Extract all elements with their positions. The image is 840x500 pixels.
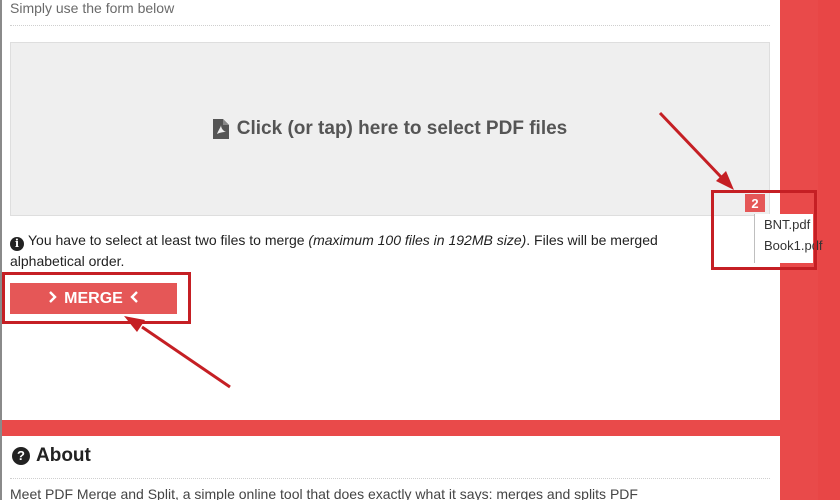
about-heading: ? About [12,445,91,467]
merge-info: i You have to select at least two files t… [10,230,752,251]
intro-text: Simply use the form below [10,0,175,16]
pdf-file-icon [212,119,229,139]
info-line-2: alphabetical order. [10,253,125,269]
divider [10,478,770,479]
file-dropzone[interactable]: Click (or tap) here to select PDF files [10,42,770,216]
divider [10,25,770,26]
merge-highlight-box [2,272,191,324]
info-prefix: You have to select at least two files to… [28,232,309,248]
info-emphasis: (maximum 100 files in 192MB size) [308,232,527,248]
about-text-content: Meet PDF Merge and Split, a simple onlin… [10,489,638,500]
about-title: About [36,445,91,466]
dropzone-label: Click (or tap) here to select PDF files [236,118,568,139]
files-highlight-box [711,190,817,270]
info-icon: i [10,237,24,251]
question-icon: ? [12,447,30,465]
info-suffix: . Files will be merged [526,232,658,248]
about-text: Meet PDF Merge and Split, a simple onlin… [10,489,770,500]
